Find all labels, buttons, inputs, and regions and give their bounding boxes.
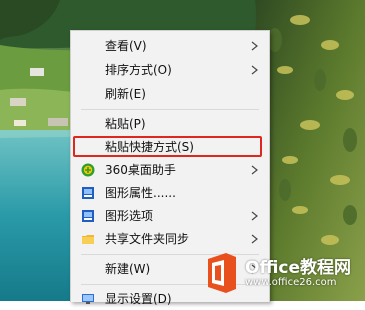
chevron-right-icon <box>251 165 258 175</box>
watermark-url: www.office26.com <box>245 277 337 288</box>
menu-item-label: 排序方式(O) <box>105 63 172 77</box>
menu-item-view[interactable]: 查看(V) <box>71 35 269 57</box>
menu-item-label: 360桌面助手 <box>105 163 176 177</box>
shared-folder-sync-icon <box>82 235 94 244</box>
menu-item-paste[interactable]: 粘贴(P) <box>71 113 269 135</box>
menu-item-label: 显示设置(D) <box>105 292 172 306</box>
chevron-right-icon <box>251 65 258 75</box>
office-logo-icon <box>208 253 236 293</box>
menu-item-graphics-properties[interactable]: 图形属性...... <box>71 182 269 204</box>
menu-item-360-desktop-assistant[interactable]: 360桌面助手 <box>71 159 269 181</box>
menu-item-label: 图形属性...... <box>105 186 176 200</box>
highlight-box <box>73 136 262 157</box>
menu-separator <box>81 109 259 110</box>
menu-item-label: 共享文件夹同步 <box>105 232 190 246</box>
menu-item-label: 新建(W) <box>105 262 151 276</box>
display-settings-icon <box>82 294 94 304</box>
360-desktop-assistant-icon <box>81 163 95 177</box>
chevron-right-icon <box>251 211 258 221</box>
graphics-properties-icon <box>82 187 94 199</box>
menu-item-graphics-options[interactable]: 图形选项 <box>71 205 269 227</box>
menu-item-label: 查看(V) <box>105 39 147 53</box>
menu-item-refresh[interactable]: 刷新(E) <box>71 83 269 105</box>
menu-item-label: 粘贴(P) <box>105 117 146 131</box>
graphics-options-icon <box>82 210 94 222</box>
menu-item-label: 刷新(E) <box>105 87 146 101</box>
chevron-right-icon <box>251 41 258 51</box>
watermark-brand: Office教程网 <box>245 258 352 278</box>
menu-item-sort-by[interactable]: 排序方式(O) <box>71 59 269 81</box>
watermark: Office教程网 www.office26.com <box>200 247 365 301</box>
menu-item-label: 图形选项 <box>105 209 154 223</box>
